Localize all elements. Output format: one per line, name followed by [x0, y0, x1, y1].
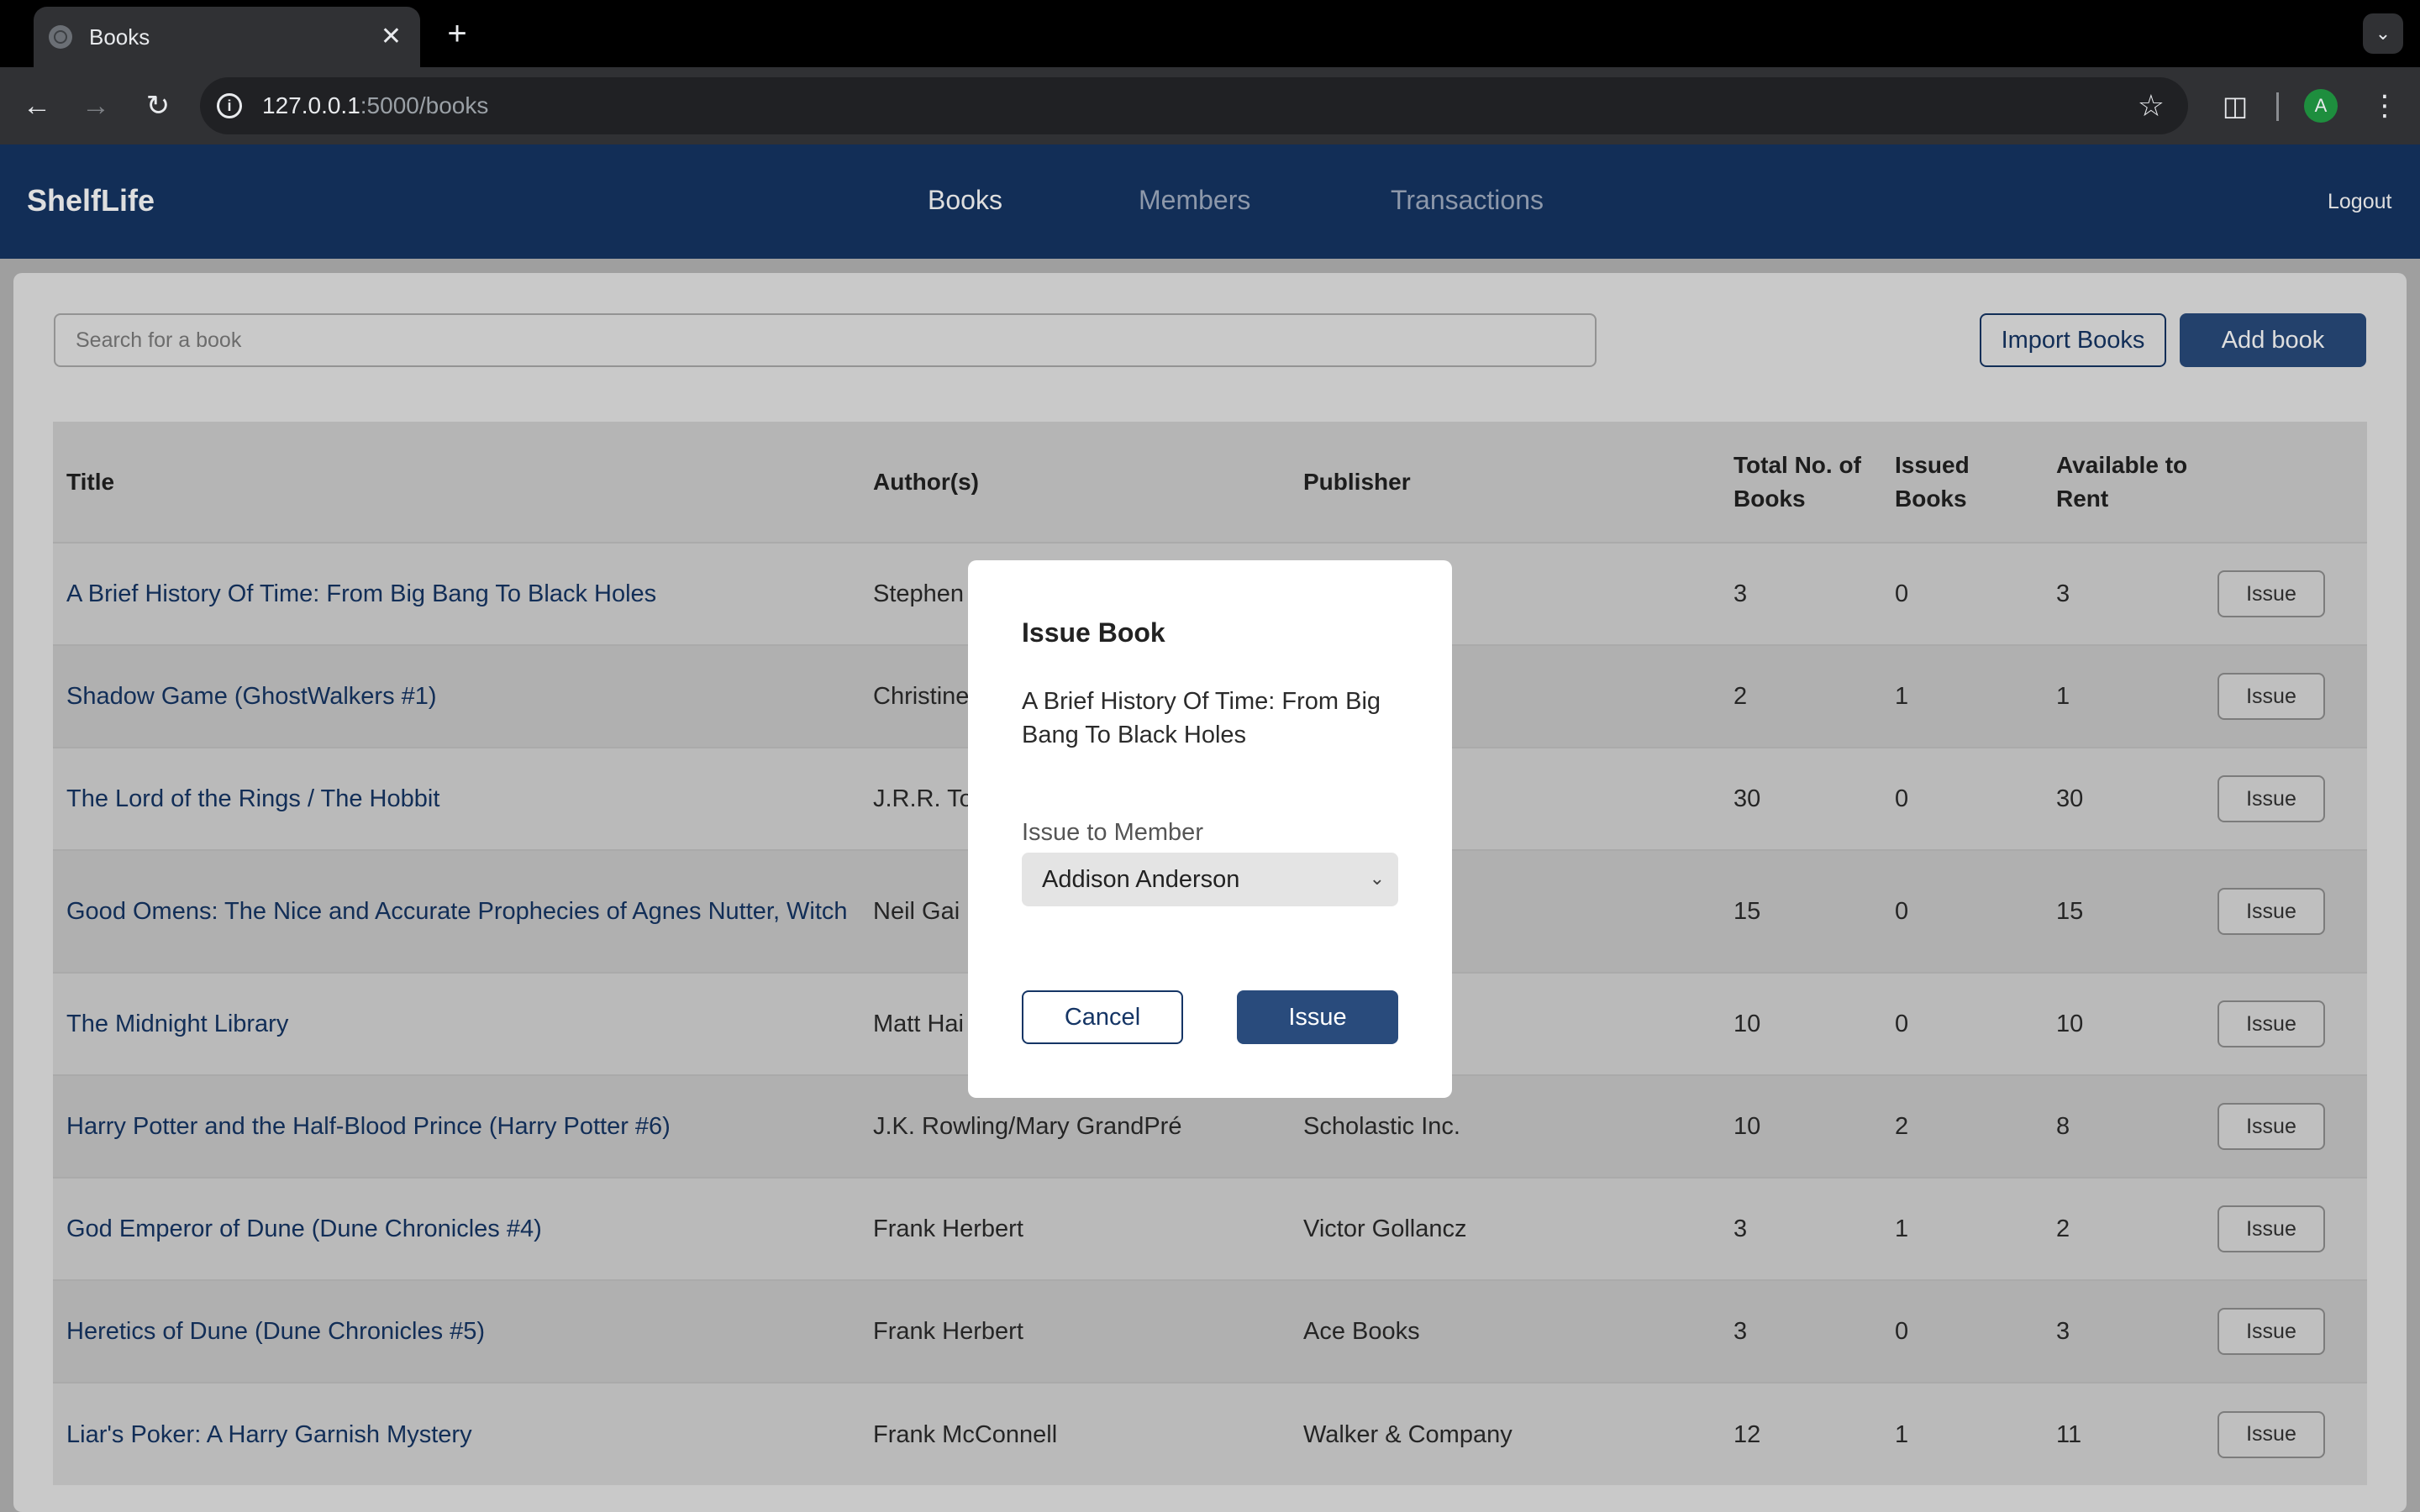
- tab-title: Books: [89, 24, 150, 50]
- member-select[interactable]: Addison Anderson ⌄: [1022, 853, 1398, 906]
- url-path: :5000/books: [360, 92, 489, 118]
- toolbar-divider: [2276, 92, 2279, 121]
- reload-icon[interactable]: ↻: [136, 84, 180, 128]
- browser-tab[interactable]: Books ✕: [34, 7, 420, 67]
- address-bar[interactable]: i 127.0.0.1:5000/books ☆: [200, 77, 2188, 134]
- more-menu-icon[interactable]: ⋮: [2368, 86, 2402, 126]
- back-arrow-icon[interactable]: ←: [15, 84, 59, 128]
- star-icon[interactable]: ☆: [2138, 89, 2165, 123]
- extensions-icon[interactable]: ◫: [2215, 86, 2255, 126]
- browser-toolbar: ← → ↻ i 127.0.0.1:5000/books ☆ ◫ A ⋮: [0, 67, 2420, 144]
- url-host: 127.0.0.1: [262, 92, 360, 118]
- member-select-label: Issue to Member: [1022, 819, 1203, 846]
- info-icon[interactable]: i: [217, 93, 242, 118]
- cancel-button[interactable]: Cancel: [1022, 990, 1183, 1044]
- globe-icon: [49, 25, 72, 49]
- new-tab-button[interactable]: +: [440, 15, 474, 52]
- profile-avatar[interactable]: A: [2304, 89, 2338, 123]
- browser-tab-bar: Books ✕ + ⌄: [0, 0, 2420, 67]
- issue-book-modal: Issue Book A Brief History Of Time: From…: [968, 560, 1452, 1098]
- member-select-value: Addison Anderson: [1042, 865, 1240, 893]
- confirm-issue-button[interactable]: Issue: [1237, 990, 1398, 1044]
- forward-arrow-icon[interactable]: →: [74, 84, 118, 128]
- modal-title: Issue Book: [1022, 617, 1165, 648]
- chevron-down-icon[interactable]: ⌄: [2363, 13, 2403, 54]
- modal-book-title: A Brief History Of Time: From Big Bang T…: [1022, 688, 1381, 748]
- chevron-down-icon: ⌄: [1369, 868, 1385, 889]
- close-icon[interactable]: ✕: [381, 24, 402, 50]
